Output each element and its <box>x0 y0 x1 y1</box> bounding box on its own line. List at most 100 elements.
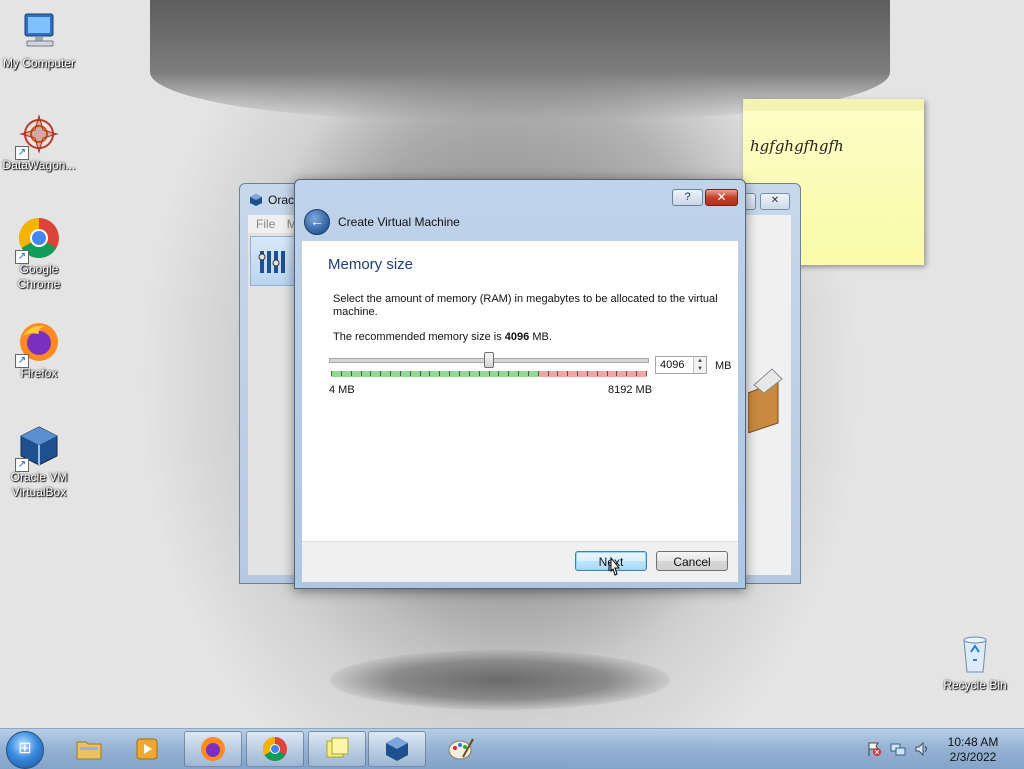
slider-tick <box>537 371 539 376</box>
mouse-cursor-icon <box>608 557 621 576</box>
slider-tick <box>547 371 549 376</box>
clock-time: 10:48 AM <box>947 735 999 749</box>
desktop-icon-virtualbox[interactable]: ↗ Oracle VM VirtualBox <box>0 424 78 500</box>
slider-tick <box>586 371 588 376</box>
shortcut-arrow-icon: ↗ <box>15 250 29 264</box>
back-button[interactable]: ← <box>304 209 330 235</box>
window-title: Orac <box>268 193 295 207</box>
chrome-icon: ↗ <box>15 216 61 264</box>
slider-tick <box>360 371 362 376</box>
back-arrow-icon: ← <box>310 213 324 229</box>
slider-tick <box>567 371 569 376</box>
slider-tick <box>518 371 520 376</box>
desktop-icon-label: Recycle Bin <box>943 678 1007 692</box>
slider-tick <box>399 371 401 376</box>
start-button[interactable]: ⊞ <box>6 731 44 769</box>
spinbox-arrows[interactable]: ▲ ▼ <box>693 357 706 373</box>
virtualbox-icon <box>250 194 262 206</box>
create-vm-dialog[interactable]: ? ✕ ← Create Virtual Machine Memory size… <box>294 179 746 589</box>
desktop-icon-label: Oracle VM VirtualBox <box>10 470 68 499</box>
desktop-icon-label: My Computer <box>2 56 76 70</box>
taskbar-item-virtualbox[interactable] <box>368 731 426 767</box>
taskbar-item-explorer[interactable] <box>60 731 118 767</box>
memory-spinbox-value[interactable]: 4096 <box>660 359 684 371</box>
slider-tick <box>340 371 342 376</box>
volume-icon[interactable] <box>914 741 930 757</box>
recycle-bin-icon <box>953 632 997 676</box>
desktop-icon-recycle-bin[interactable]: Recycle Bin <box>936 632 1014 693</box>
slider-tick <box>636 371 638 376</box>
slider-tick <box>429 371 431 376</box>
welcome-box-icon <box>748 368 783 433</box>
help-button[interactable]: ? <box>672 189 703 206</box>
slider-max-label: 8192 MB <box>608 384 653 396</box>
taskbar: ⊞ 10:48 AM 2/3/2022 <box>0 728 1024 769</box>
network-icon[interactable] <box>890 741 906 757</box>
slider-tick <box>596 371 598 376</box>
recommended-suffix: MB. <box>529 331 552 343</box>
page-description: Select the amount of memory (RAM) in meg… <box>333 293 718 318</box>
memory-unit: MB <box>715 360 732 372</box>
desktop-icon-my-computer[interactable]: My Computer <box>0 10 78 71</box>
slider-tick <box>370 371 372 376</box>
slider-tick <box>439 371 441 376</box>
page-heading: Memory size <box>328 256 414 273</box>
close-button[interactable]: ✕ <box>760 193 790 210</box>
close-icon: ✕ <box>770 195 780 206</box>
virtualbox-icon <box>386 737 408 761</box>
windows-logo-icon: ⊞ <box>18 740 32 757</box>
shortcut-arrow-icon: ↗ <box>15 354 29 368</box>
media-player-icon <box>136 738 158 760</box>
spin-down-icon[interactable]: ▼ <box>694 365 706 373</box>
firefox-icon: ↗ <box>15 320 61 368</box>
slider-tick <box>626 371 628 376</box>
dialog-footer: Next Cancel <box>302 541 738 582</box>
action-center-flag-icon[interactable] <box>866 741 882 757</box>
desktop-icon-firefox[interactable]: ↗ Firefox <box>0 320 78 381</box>
spin-up-icon[interactable]: ▲ <box>694 357 706 365</box>
taskbar-item-media-player[interactable] <box>118 731 176 767</box>
cancel-button[interactable]: Cancel <box>656 551 728 571</box>
taskbar-item-chrome[interactable] <box>246 731 304 767</box>
tools-icon <box>258 251 285 273</box>
recommended-prefix: The recommended memory size is <box>333 331 505 343</box>
recommended-value: 4096 <box>504 331 530 343</box>
slider-tick <box>577 371 579 376</box>
slider-tick <box>498 371 500 376</box>
close-button[interactable]: ✕ <box>705 189 738 206</box>
slider-tick <box>646 371 647 376</box>
machine-list[interactable] <box>248 233 296 575</box>
clock[interactable]: 10:48 AM 2/3/2022 <box>936 735 1010 765</box>
chrome-icon <box>262 737 287 762</box>
wallpaper-mouth <box>330 650 670 710</box>
taskbar-item-paint[interactable] <box>432 731 490 767</box>
sticky-note-text[interactable]: hgfghgfhgfh <box>750 137 844 155</box>
desktop-icon-chrome[interactable]: ↗ Google Chrome <box>0 216 78 292</box>
slider-tick <box>508 371 510 376</box>
slider-tick <box>409 371 411 376</box>
clock-date: 2/3/2022 <box>949 750 997 764</box>
slider-tick <box>478 371 480 376</box>
desktop: { "desktop": { "icons": [ {"label": "My … <box>0 0 1024 769</box>
tools-item[interactable] <box>250 236 296 286</box>
slider-tick <box>488 371 490 376</box>
taskbar-item-sticky-notes[interactable] <box>308 731 366 767</box>
menu-file[interactable]: File <box>256 217 275 231</box>
desktop-icon-label: Google Chrome <box>17 262 61 291</box>
memory-slider-thumb[interactable] <box>483 352 494 368</box>
shortcut-arrow-icon: ↗ <box>15 458 29 472</box>
slider-tick <box>458 371 460 376</box>
taskbar-item-firefox[interactable] <box>184 731 242 767</box>
wizard-page: Memory size Select the amount of memory … <box>302 241 738 541</box>
shortcut-arrow-icon: ↗ <box>15 146 29 160</box>
memory-spinbox[interactable]: 4096 ▲ ▼ <box>655 356 707 374</box>
folder-icon <box>76 741 102 760</box>
desktop-icon-label: DataWagon... <box>2 158 76 172</box>
slider-tick <box>380 371 382 376</box>
slider-tick <box>350 371 352 376</box>
virtualbox-icon: ↗ <box>15 424 61 472</box>
slider-tick <box>606 371 608 376</box>
desktop-icon-datawagon[interactable]: ↗ DataWagon... <box>0 112 78 173</box>
computer-icon <box>17 10 61 54</box>
sticky-notes-icon <box>326 737 349 758</box>
